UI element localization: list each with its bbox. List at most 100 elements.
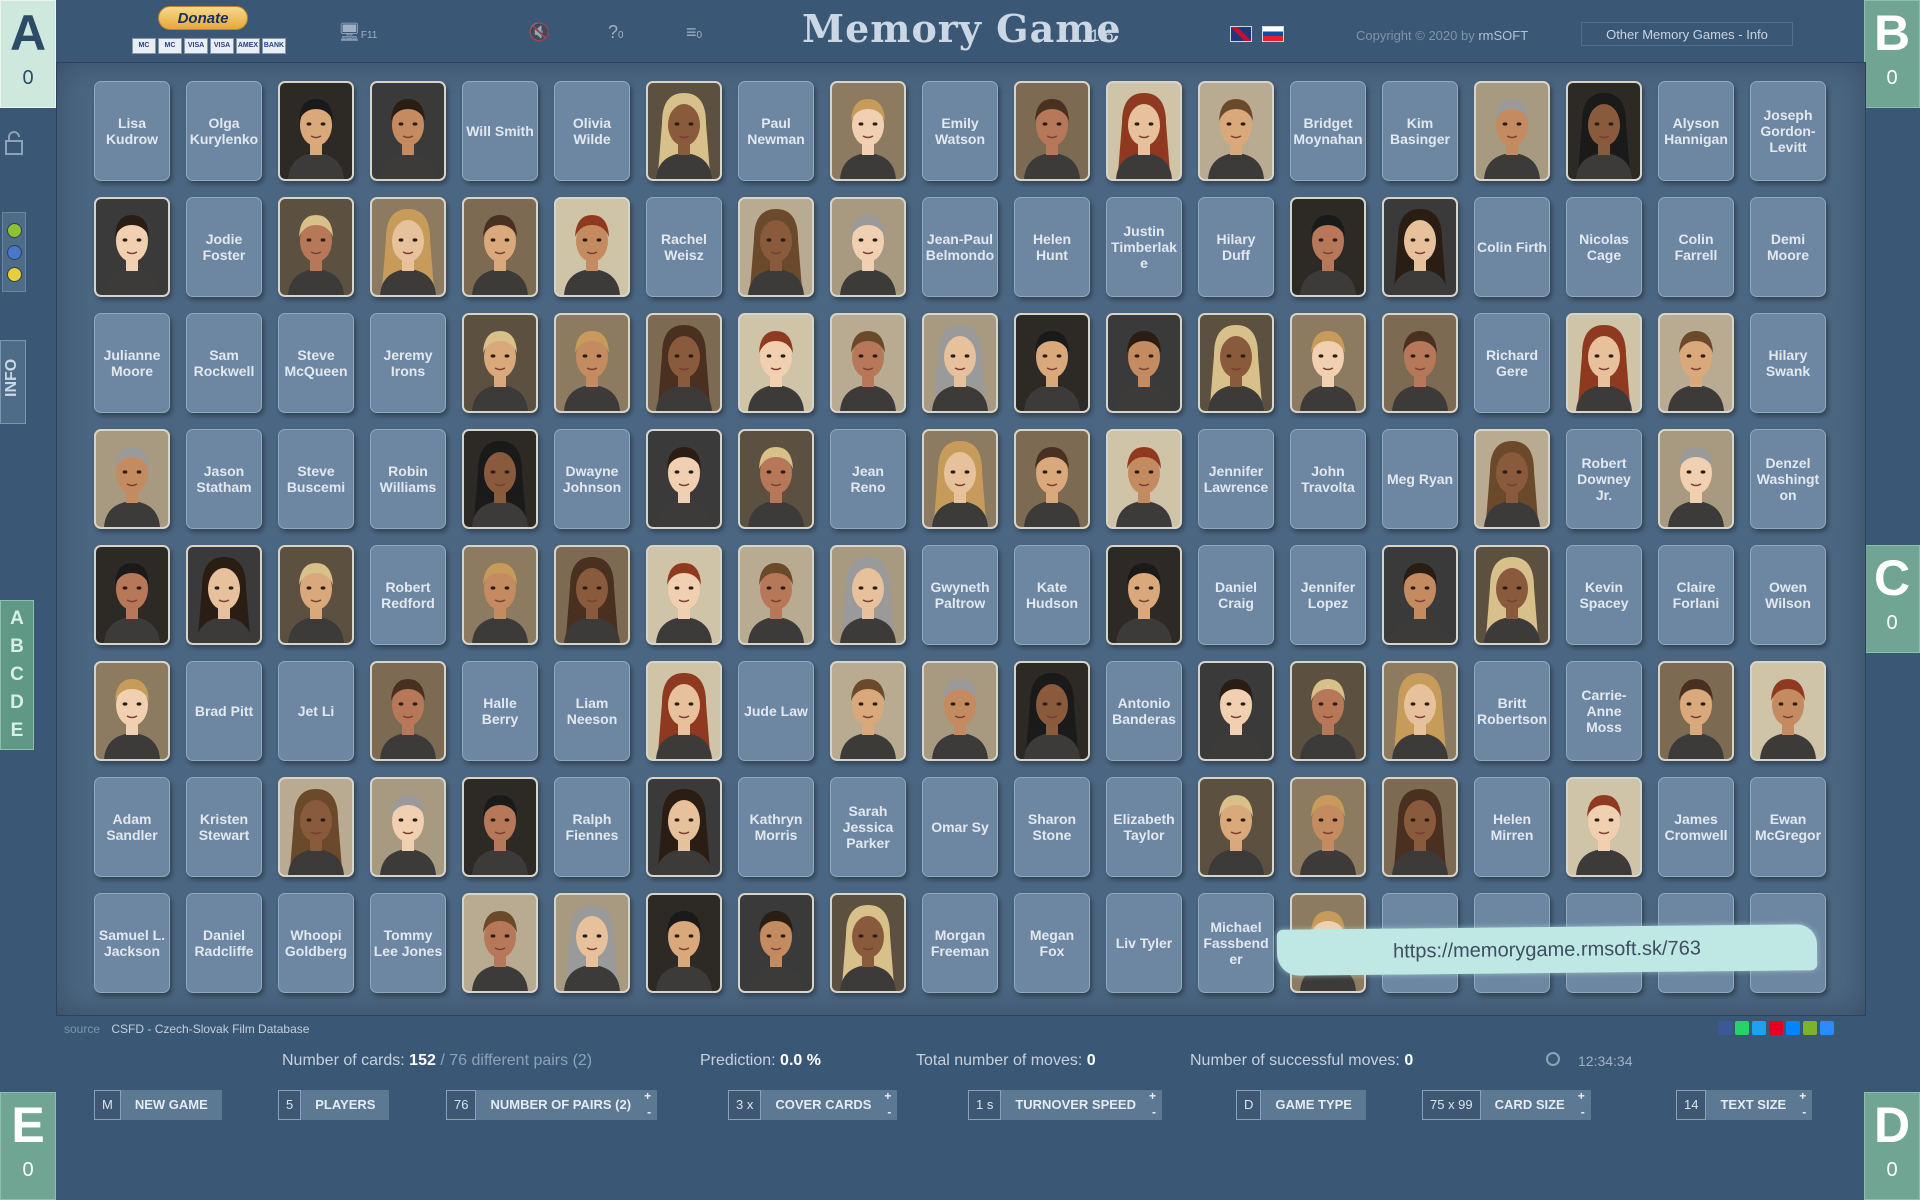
photo-card[interactable] bbox=[738, 429, 814, 529]
name-card[interactable]: Owen Wilson bbox=[1750, 545, 1826, 645]
photo-card[interactable] bbox=[1474, 545, 1550, 645]
players-button[interactable]: PLAYERS bbox=[301, 1090, 390, 1120]
name-card[interactable]: Kristen Stewart bbox=[186, 777, 262, 877]
name-card[interactable]: Liam Neeson bbox=[554, 661, 630, 761]
minus-icon[interactable]: - bbox=[1802, 1106, 1806, 1118]
slovak-flag-icon[interactable] bbox=[1262, 26, 1284, 42]
text-size-button[interactable]: TEXT SIZE + - bbox=[1706, 1090, 1813, 1120]
photo-card[interactable] bbox=[278, 777, 354, 877]
name-card[interactable]: Richard Gere bbox=[1474, 313, 1550, 413]
name-card[interactable]: Robin Williams bbox=[370, 429, 446, 529]
photo-card[interactable] bbox=[370, 661, 446, 761]
name-card[interactable]: James Cromwell bbox=[1658, 777, 1734, 877]
name-card[interactable]: Jet Li bbox=[278, 661, 354, 761]
photo-card[interactable] bbox=[646, 777, 722, 877]
player-c-box[interactable]: C 0 bbox=[1864, 545, 1920, 653]
photo-card[interactable] bbox=[1382, 777, 1458, 877]
share-icon[interactable] bbox=[1718, 1021, 1732, 1035]
share-icon[interactable] bbox=[1803, 1021, 1817, 1035]
english-flag-icon[interactable] bbox=[1230, 26, 1252, 42]
info-tab[interactable]: INFO bbox=[0, 340, 26, 424]
name-card[interactable]: Kevin Spacey bbox=[1566, 545, 1642, 645]
name-card[interactable]: Jason Statham bbox=[186, 429, 262, 529]
plus-icon[interactable]: + bbox=[1149, 1090, 1156, 1102]
photo-card[interactable] bbox=[1750, 661, 1826, 761]
name-card[interactable]: Nicolas Cage bbox=[1566, 197, 1642, 297]
photo-card[interactable] bbox=[830, 197, 906, 297]
photo-card[interactable] bbox=[1290, 661, 1366, 761]
players-control[interactable]: 5 PLAYERS bbox=[278, 1090, 390, 1120]
photo-card[interactable] bbox=[1198, 661, 1274, 761]
other-games-button[interactable]: Other Memory Games - Info bbox=[1581, 22, 1793, 46]
photo-card[interactable] bbox=[1106, 545, 1182, 645]
new-game-button[interactable]: NEW GAME bbox=[120, 1090, 222, 1120]
photo-card[interactable] bbox=[186, 545, 262, 645]
photo-card[interactable] bbox=[278, 197, 354, 297]
photo-card[interactable] bbox=[830, 313, 906, 413]
game-type-button[interactable]: GAME TYPE bbox=[1261, 1090, 1366, 1120]
name-card[interactable]: Jean-Paul Belmondo bbox=[922, 197, 998, 297]
name-card[interactable]: Michael Fassbender bbox=[1198, 893, 1274, 993]
card-size-control[interactable]: 75 x 99 CARD SIZE + - bbox=[1422, 1090, 1591, 1120]
name-card[interactable]: Jude Law bbox=[738, 661, 814, 761]
game-type-value[interactable]: D bbox=[1236, 1090, 1262, 1120]
card-size-button[interactable]: CARD SIZE + - bbox=[1480, 1090, 1591, 1120]
name-card[interactable]: Claire Forlani bbox=[1658, 545, 1734, 645]
speed-button[interactable]: TURNOVER SPEED + - bbox=[1001, 1090, 1162, 1120]
photo-card[interactable] bbox=[278, 81, 354, 181]
name-card[interactable]: Justin Timberlake bbox=[1106, 197, 1182, 297]
photo-card[interactable] bbox=[94, 197, 170, 297]
photo-card[interactable] bbox=[1198, 81, 1274, 181]
photo-card[interactable] bbox=[94, 545, 170, 645]
photo-card[interactable] bbox=[1566, 777, 1642, 877]
photo-card[interactable] bbox=[1566, 313, 1642, 413]
name-card[interactable]: Joseph Gordon-Levitt bbox=[1750, 81, 1826, 181]
pairs-control[interactable]: 76 NUMBER OF PAIRS (2) + - bbox=[446, 1090, 658, 1120]
name-card[interactable]: Emily Watson bbox=[922, 81, 998, 181]
sound-toggle[interactable]: 🔇 bbox=[528, 22, 550, 43]
new-game-value[interactable]: M bbox=[94, 1090, 121, 1120]
share-icon[interactable] bbox=[1752, 1021, 1766, 1035]
moves-list-button[interactable]: ≡0 bbox=[686, 22, 702, 43]
name-card[interactable]: Hilary Duff bbox=[1198, 197, 1274, 297]
name-card[interactable]: Steve Buscemi bbox=[278, 429, 354, 529]
photo-card[interactable] bbox=[1290, 197, 1366, 297]
name-card[interactable]: Julianne Moore bbox=[94, 313, 170, 413]
name-card[interactable]: Olivia Wilde bbox=[554, 81, 630, 181]
name-card[interactable]: Jennifer Lopez bbox=[1290, 545, 1366, 645]
text-size-value[interactable]: 14 bbox=[1676, 1090, 1707, 1120]
name-card[interactable]: Ralph Fiennes bbox=[554, 777, 630, 877]
photo-card[interactable] bbox=[1106, 313, 1182, 413]
name-card[interactable]: Elizabeth Taylor bbox=[1106, 777, 1182, 877]
photo-card[interactable] bbox=[554, 545, 630, 645]
photo-card[interactable] bbox=[94, 661, 170, 761]
photo-card[interactable] bbox=[554, 197, 630, 297]
minus-icon[interactable]: - bbox=[647, 1106, 651, 1118]
name-card[interactable]: Sam Rockwell bbox=[186, 313, 262, 413]
name-card[interactable]: Denzel Washington bbox=[1750, 429, 1826, 529]
player-b-box[interactable]: B 0 bbox=[1864, 0, 1920, 108]
name-card[interactable]: Helen Hunt bbox=[1014, 197, 1090, 297]
name-card[interactable]: Rachel Weisz bbox=[646, 197, 722, 297]
theme-dot-yellow[interactable] bbox=[6, 266, 22, 282]
photo-card[interactable] bbox=[830, 661, 906, 761]
name-card[interactable]: Morgan Freeman bbox=[922, 893, 998, 993]
name-card[interactable]: Meg Ryan bbox=[1382, 429, 1458, 529]
minus-icon[interactable]: - bbox=[887, 1106, 891, 1118]
name-card[interactable]: Steve McQueen bbox=[278, 313, 354, 413]
plus-icon[interactable]: + bbox=[1799, 1090, 1806, 1102]
name-card[interactable]: Omar Sy bbox=[922, 777, 998, 877]
photo-card[interactable] bbox=[646, 893, 722, 993]
name-card[interactable]: Dwayne Johnson bbox=[554, 429, 630, 529]
player-d-box[interactable]: D 0 bbox=[1864, 1092, 1920, 1200]
photo-card[interactable] bbox=[1290, 777, 1366, 877]
name-card[interactable]: Colin Farrell bbox=[1658, 197, 1734, 297]
name-card[interactable]: Brad Pitt bbox=[186, 661, 262, 761]
copyright-owner-link[interactable]: rmSOFT bbox=[1478, 28, 1528, 43]
cover-value[interactable]: 3 x bbox=[728, 1090, 762, 1120]
photo-card[interactable] bbox=[1014, 313, 1090, 413]
minus-icon[interactable]: - bbox=[1152, 1106, 1156, 1118]
photo-card[interactable] bbox=[1382, 197, 1458, 297]
donate-button[interactable]: Donate bbox=[158, 6, 248, 30]
name-card[interactable]: Helen Mirren bbox=[1474, 777, 1550, 877]
